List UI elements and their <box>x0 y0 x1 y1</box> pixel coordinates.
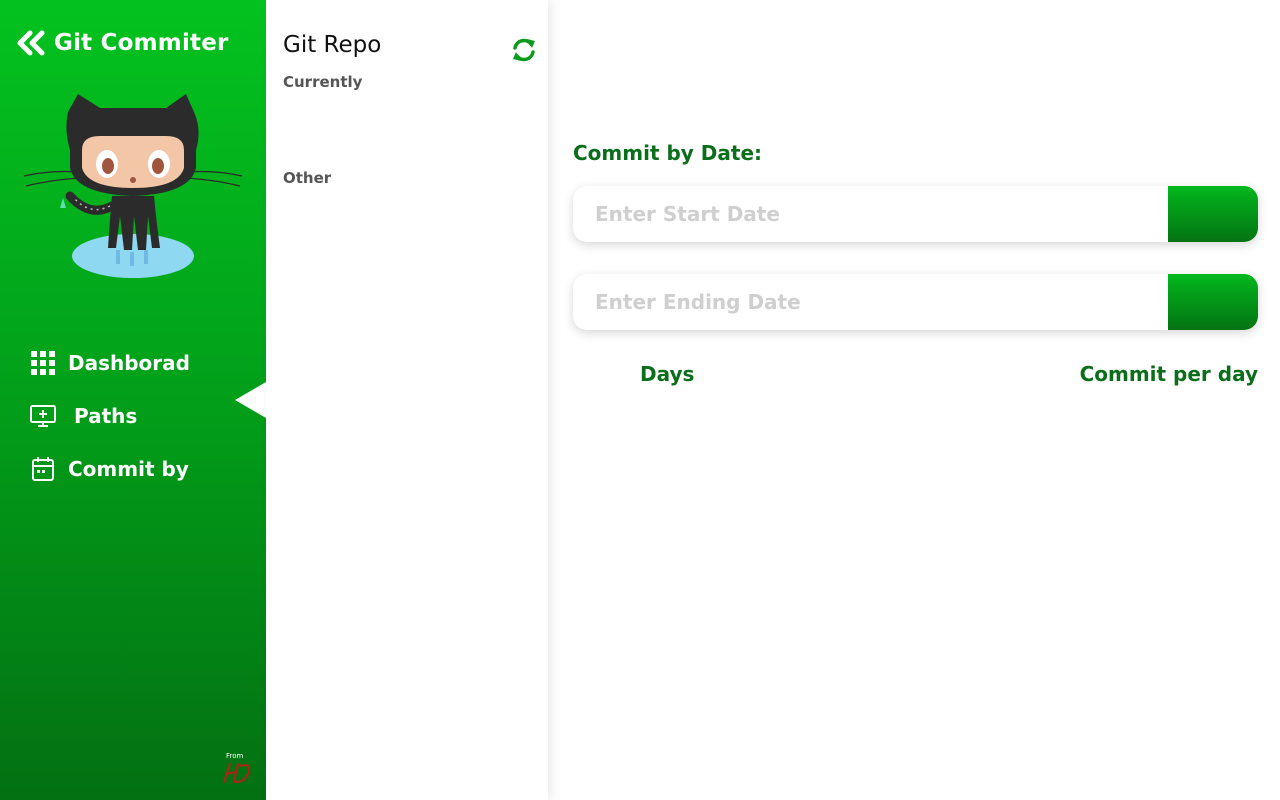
days-column-header: Days <box>640 362 695 386</box>
sidebar-item-dashboard[interactable]: Dashborad <box>30 336 266 389</box>
sidebar-item-commit-by[interactable]: Commit by <box>30 442 266 495</box>
monitor-plus-icon <box>30 403 56 429</box>
start-date-input[interactable] <box>573 186 1168 242</box>
end-date-row <box>573 274 1258 330</box>
double-chevron-left-icon <box>17 30 45 56</box>
sidebar-nav: Dashborad Paths Commit by <box>30 336 266 495</box>
start-date-row <box>573 186 1258 242</box>
sidebar-item-label: Commit by <box>68 456 189 481</box>
repo-section-current: Currently <box>283 73 363 91</box>
refresh-icon[interactable] <box>510 36 538 64</box>
repo-panel-title: Git Repo <box>283 32 382 58</box>
sidebar-item-paths[interactable]: Paths <box>30 389 266 442</box>
commit-per-day-column-header: Commit per day <box>1079 362 1258 386</box>
sidebar: Git Commiter Dashborad Paths Commit by F… <box>0 0 266 800</box>
main-content: Commit by Date: Days Commit per day <box>548 0 1280 800</box>
active-item-pointer <box>235 382 266 418</box>
start-date-button[interactable] <box>1168 186 1258 242</box>
grid-icon <box>30 350 56 376</box>
end-date-button[interactable] <box>1168 274 1258 330</box>
end-date-input[interactable] <box>573 274 1168 330</box>
sidebar-item-label: Dashborad <box>68 350 190 375</box>
back-button[interactable]: Git Commiter <box>16 30 229 56</box>
calendar-icon <box>30 456 56 482</box>
octocat-mascot-icon <box>23 94 243 278</box>
repo-section-other: Other <box>283 169 332 187</box>
sidebar-item-label: Paths <box>74 403 138 428</box>
app-title: Git Commiter <box>54 30 229 56</box>
footer-label: From <box>226 752 244 760</box>
repo-panel: Git Repo Currently Other <box>266 0 548 800</box>
footer-credit: From <box>218 752 256 792</box>
commit-by-date-title: Commit by Date: <box>573 141 763 165</box>
